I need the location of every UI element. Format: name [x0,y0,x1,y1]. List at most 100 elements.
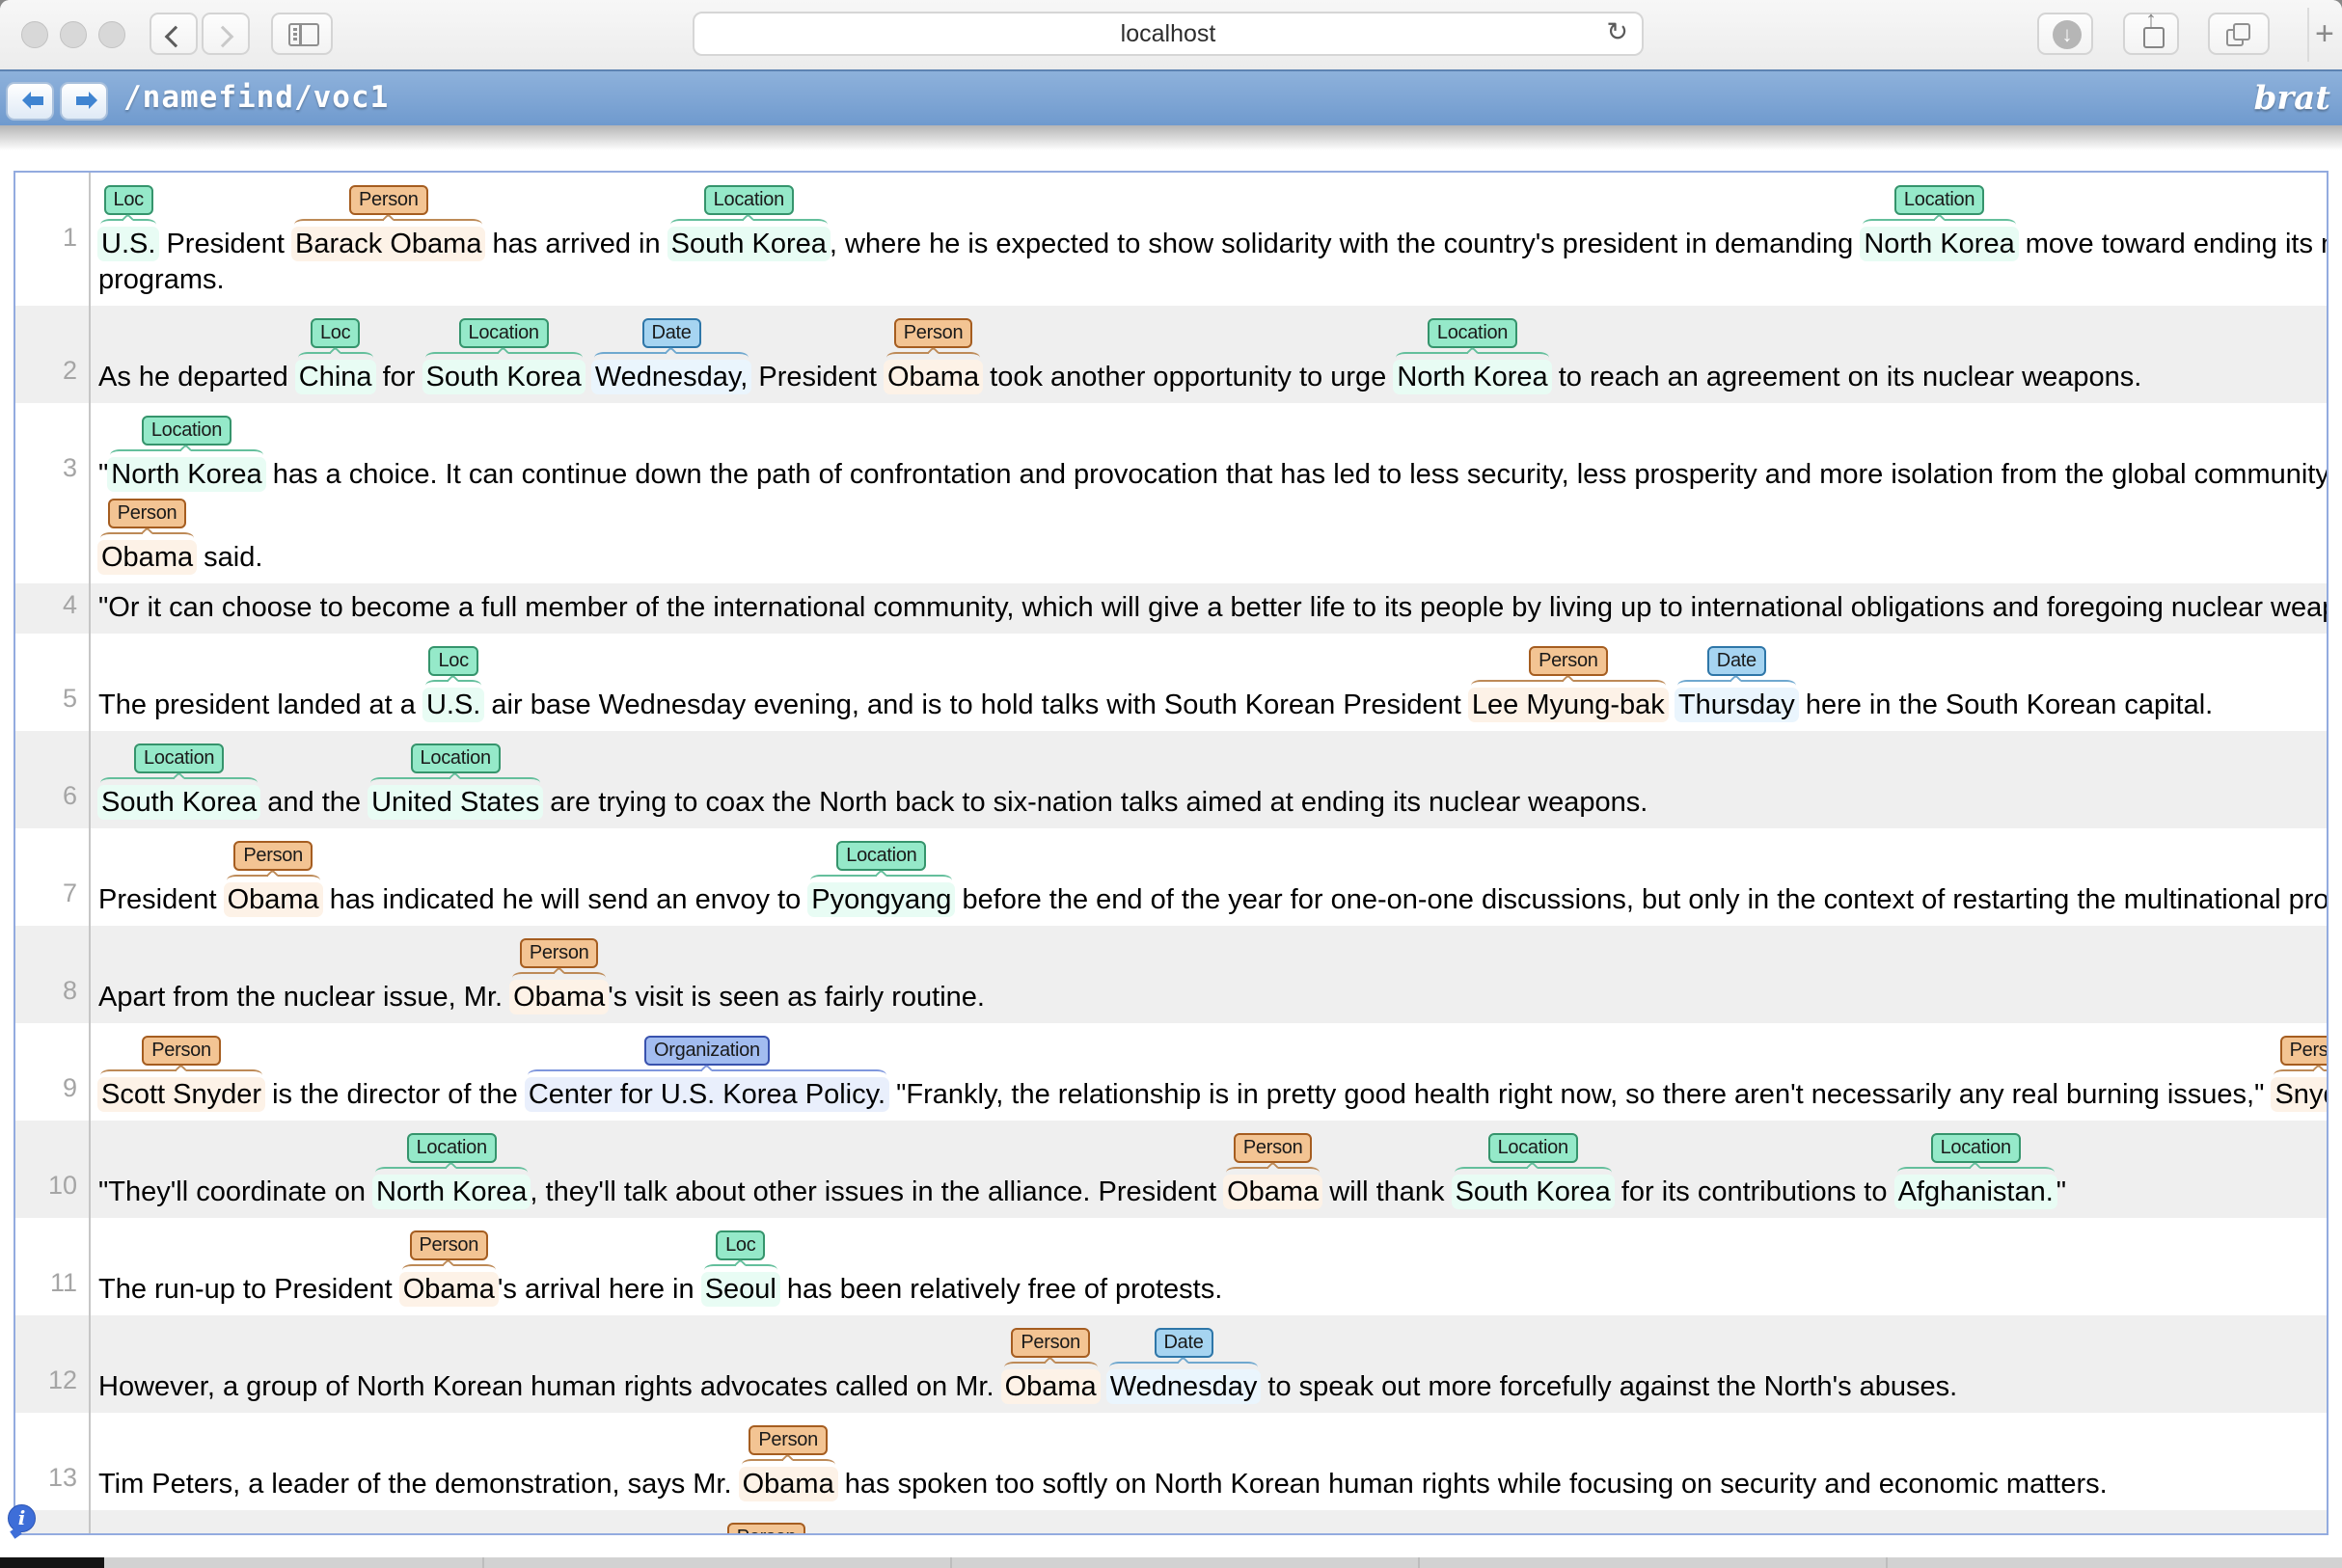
entity-span-text[interactable]: United States [368,785,543,820]
entity-type-label[interactable]: Date [1155,1328,1213,1358]
entity-annotation[interactable]: Person Snyder [2272,1030,2328,1112]
sidebar-toggle-button[interactable] [271,13,333,55]
entity-span-text[interactable]: South Korea [1452,1175,1615,1209]
entity-type-label[interactable]: Location [459,318,549,348]
entity-span-text[interactable]: Thursday [1675,688,1799,722]
entity-type-label[interactable]: Person [349,185,428,215]
entity-annotation[interactable]: PersonObama [225,835,322,917]
info-bubble-icon[interactable]: i [8,1504,36,1532]
entity-type-label[interactable]: Person [894,318,973,348]
entity-type-label[interactable]: Location [1894,185,1984,215]
close-window-button[interactable] [21,21,48,48]
entity-annotation[interactable]: Date Wednesday [1107,1322,1261,1404]
entity-annotation[interactable]: Location North Korea [108,410,264,492]
entity-type-label[interactable]: Date [1707,646,1766,676]
entity-span-text[interactable]: Lee Myung-bak [1468,688,1669,722]
entity-annotation[interactable]: Location South Korea [668,179,830,261]
entity-annotation[interactable]: Date Thursday [1675,640,1798,722]
entity-type-label[interactable]: Location [407,1133,497,1163]
entity-annotation[interactable]: PersonObama [510,933,608,1014]
entity-annotation[interactable]: Loc U.S. [423,640,483,722]
entity-span-text[interactable]: Scott Snyder [97,1077,265,1112]
entity-span-text[interactable]: Barack Obama [291,227,485,261]
brat-next-document-button[interactable] [60,82,108,121]
entity-type-label[interactable]: Person [1529,646,1608,676]
entity-type-label[interactable]: Location [836,841,926,871]
entity-span-text[interactable]: South Korea [667,227,831,261]
entity-type-label[interactable]: Loc [311,318,360,348]
entity-span-text[interactable]: North Korea [107,457,265,492]
entity-annotation[interactable]: Location South Korea [98,738,259,820]
entity-span-text[interactable]: North Korea [372,1175,531,1209]
zoom-window-button[interactable] [98,21,125,48]
entity-span-text[interactable]: North Korea [1393,360,1551,394]
share-button[interactable]: ↑ [2123,13,2179,55]
downloads-button[interactable] [2037,13,2093,55]
entity-type-label[interactable]: Person [1234,1133,1313,1163]
entity-type-label[interactable]: Person [2280,1036,2328,1066]
entity-annotation[interactable]: Person Obama [98,493,196,575]
entity-annotation[interactable]: Organization Center for U.S. Korea Policy… [526,1030,888,1112]
entity-span-text[interactable]: South Korea [97,785,260,820]
entity-annotation[interactable]: Location North Korea [373,1127,530,1209]
brat-prev-document-button[interactable] [6,82,54,121]
entity-annotation[interactable]: Location Pyongyang [808,835,954,917]
entity-span-text[interactable]: Obama [739,1467,838,1501]
brat-logo[interactable]: brat [2254,79,2330,118]
entity-span-text[interactable]: Obama [1001,1369,1101,1404]
entity-span-text[interactable]: Pyongyang [807,882,955,917]
document-path[interactable]: /namefind/voc1 [123,80,389,115]
entity-annotation[interactable]: PersonPeters [723,1517,810,1535]
entity-annotation[interactable]: Person Barack Obama [292,179,484,261]
entity-type-label[interactable]: Loc [104,185,153,215]
entity-type-label[interactable]: Person [108,499,187,528]
entity-span-text[interactable]: Center for U.S. Korea Policy. [525,1077,889,1112]
entity-span-text[interactable]: U.S. [422,688,484,722]
entity-span-text[interactable]: South Korea [422,360,586,394]
browser-forward-button[interactable] [202,13,250,55]
entity-annotation[interactable]: PersonScott Snyder [98,1030,264,1112]
new-tab-button[interactable]: + [2315,15,2334,53]
entity-type-label[interactable]: Location [411,743,501,773]
entity-annotation[interactable]: Location South Korea [1453,1127,1614,1209]
entity-span-text[interactable]: Obama [399,1272,499,1307]
entity-span-text[interactable]: North Korea [1860,227,2018,261]
entity-annotation[interactable]: Loc China [296,312,375,394]
entity-annotation[interactable]: Location United States [368,738,542,820]
entity-span-text[interactable]: Obama [1223,1175,1322,1209]
entity-span-text[interactable]: Wednesday [1106,1369,1262,1404]
entity-annotation[interactable]: Loc U.S. [98,179,158,261]
entity-annotation[interactable]: Person Obama [885,312,982,394]
entity-type-label[interactable]: Location [142,416,231,446]
entity-span-text[interactable]: U.S. [97,227,159,261]
minimize-window-button[interactable] [60,21,87,48]
entity-annotation[interactable]: LocationAfghanistan. [1895,1127,2056,1209]
entity-annotation[interactable]: Person Lee Myung-bak [1469,640,1668,722]
entity-annotation[interactable]: PersonObama [740,1419,837,1501]
entity-annotation[interactable]: Loc Seoul [702,1225,779,1307]
entity-type-label[interactable]: Location [1488,1133,1578,1163]
entity-type-label[interactable]: Location [1428,318,1517,348]
entity-type-label[interactable]: Loc [716,1230,765,1260]
entity-span-text[interactable]: Afghanistan. [1894,1175,2057,1209]
entity-span-text[interactable]: Obama [224,882,323,917]
entity-annotation[interactable]: PersonObama [1002,1322,1100,1404]
entity-span-text[interactable]: Obama [509,980,609,1014]
entity-span-text[interactable]: China [295,360,376,394]
entity-span-text[interactable]: Obama [97,540,197,575]
entity-type-label[interactable]: Date [642,318,701,348]
entity-span-text[interactable]: Seoul [701,1272,780,1307]
entity-annotation[interactable]: DateWednesday, [592,312,751,394]
entity-type-label[interactable]: Organization [644,1036,770,1066]
entity-type-label[interactable]: Location [134,743,224,773]
entity-annotation[interactable]: Location South Korea [423,312,585,394]
entity-annotation[interactable]: Person Obama [1224,1127,1321,1209]
entity-span-text[interactable]: Obama [884,360,983,394]
entity-annotation[interactable]: PersonObama [400,1225,498,1307]
entity-type-label[interactable]: Location [704,185,794,215]
entity-span-text[interactable]: Snyder [2271,1077,2328,1112]
entity-type-label[interactable]: Person [727,1523,806,1535]
entity-type-label[interactable]: Loc [428,646,477,676]
address-bar[interactable]: localhost ↻ [693,12,1644,56]
entity-annotation[interactable]: Location North Korea [1394,312,1550,394]
